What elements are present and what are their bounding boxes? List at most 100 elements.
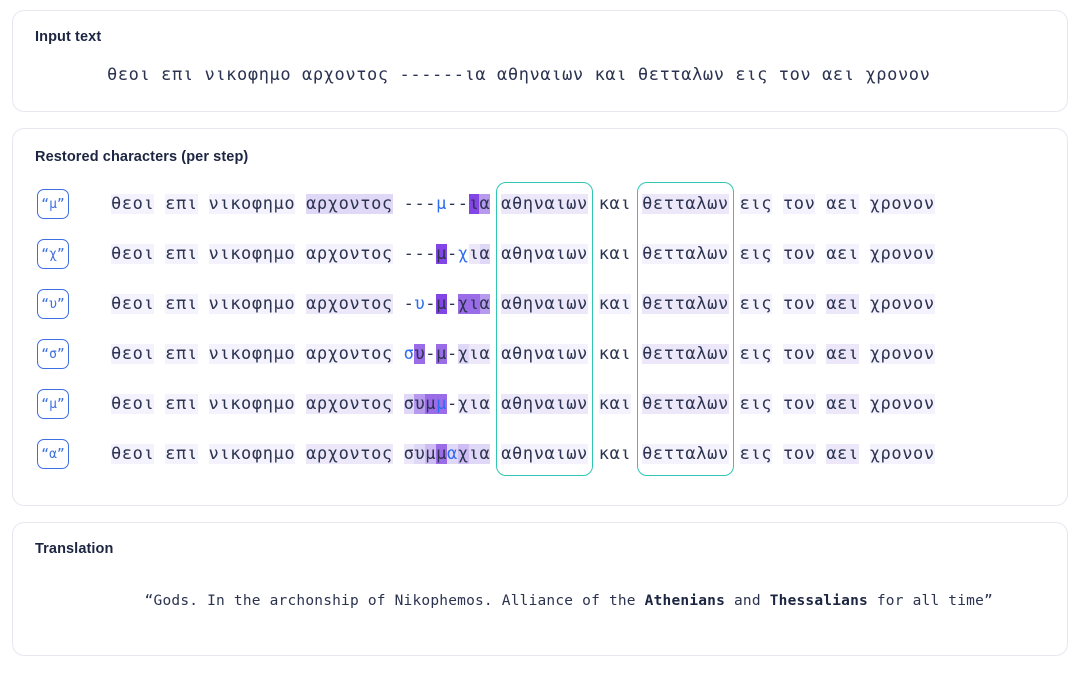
suffix-word: αει: [826, 244, 859, 264]
prefix-word: αρχοντος: [306, 344, 393, 364]
gap-char: υ: [414, 344, 426, 364]
prefix-word: [198, 444, 209, 464]
suffix-word: αει: [826, 394, 859, 414]
prefix-word: [154, 344, 165, 364]
suffix-word: [859, 444, 870, 464]
word-thessalians: θετταλων: [642, 244, 729, 264]
suffix-word: [729, 394, 740, 414]
restored-char-badge[interactable]: “χ”: [37, 239, 69, 269]
gap-char: ι: [468, 244, 480, 264]
step-text-line: θεοι επι νικοφημο αρχοντος συμμ-χια αθην…: [111, 394, 935, 414]
prefix-word: [154, 294, 165, 314]
suffix-word: εις: [739, 444, 773, 464]
restored-char-badge[interactable]: “μ”: [37, 189, 69, 219]
prefix-word: [393, 244, 404, 264]
restored-char-badge[interactable]: “μ”: [37, 389, 69, 419]
gap-char: ι: [468, 194, 480, 214]
prefix-word: θεοι: [111, 244, 155, 264]
suffix-word: [815, 194, 826, 214]
prefix-word: [198, 194, 209, 214]
prefix-word: θεοι: [111, 394, 155, 414]
prefix-word: [198, 344, 209, 364]
prefix-word: [295, 294, 306, 314]
suffix-word: τον: [782, 344, 816, 364]
gap-char: -: [446, 294, 458, 314]
gap-char: ι: [468, 294, 480, 314]
suffix-word: [772, 344, 783, 364]
step-text-line: θεοι επι νικοφημο αρχοντος -υ-μ-χια αθην…: [111, 294, 935, 314]
gap-char: ι: [468, 444, 480, 464]
translation-title: Translation: [35, 541, 114, 557]
translation-close: for all time”: [867, 593, 993, 609]
newly-restored-char: υ: [414, 294, 426, 314]
prefix-word: νικοφημο: [208, 344, 296, 364]
suffix-word: [729, 294, 740, 314]
suffix-word: χρονον: [869, 194, 935, 214]
gap-char: α: [479, 194, 491, 214]
restored-char-badge[interactable]: “α”: [37, 439, 69, 469]
translation-open: “Gods. In the archonship of Nikophemos. …: [144, 593, 645, 609]
suffix-word: [859, 394, 870, 414]
prefix-word: αρχοντος: [306, 194, 393, 214]
gap-char: α: [479, 444, 491, 464]
suffix-word: αει: [826, 444, 859, 464]
suffix-word: χρονον: [869, 294, 935, 314]
prefix-word: θεοι: [111, 194, 155, 214]
prefix-word: [393, 294, 404, 314]
input-text-title: Input text: [35, 29, 102, 45]
prefix-word: [198, 294, 209, 314]
step-row: “μ” θεοι επι νικοφημο αρχοντος συμμ-χια α…: [35, 379, 1045, 429]
gap-char: μ: [436, 294, 447, 314]
translation-panel: Translation “Gods. In the archonship of …: [12, 522, 1068, 656]
prefix-word: επι: [165, 194, 198, 214]
prefix-word: αρχοντος: [306, 244, 393, 264]
word-athenians: αθηναιων: [501, 294, 588, 314]
word-thessalians: θετταλων: [642, 344, 729, 364]
prefix-word: θεοι: [111, 344, 155, 364]
word-thessalians: θετταλων: [642, 194, 729, 214]
suffix-word: τον: [782, 294, 816, 314]
gap-char: α: [479, 394, 491, 414]
gap-char: μ: [436, 244, 447, 264]
suffix-word: [772, 294, 783, 314]
gap-char: υ: [414, 444, 426, 464]
gap-char: -: [403, 294, 415, 314]
gap-char: μ: [425, 394, 437, 414]
restored-char-badge[interactable]: “σ”: [37, 339, 69, 369]
prefix-word: [295, 344, 306, 364]
input-text-panel: Input text θεοι επι νικοφημο αρχοντος --…: [12, 10, 1068, 112]
prefix-word: [393, 444, 404, 464]
newly-restored-char: μ: [436, 194, 447, 214]
prefix-word: [393, 194, 404, 214]
suffix-word: αει: [826, 194, 859, 214]
prefix-word: αρχοντος: [306, 444, 393, 464]
suffix-word: [815, 244, 826, 264]
prefix-word: [295, 394, 306, 414]
prefix-word: θεοι: [111, 294, 155, 314]
prefix-word: επι: [165, 394, 198, 414]
word-thessalians: θετταλων: [642, 444, 729, 464]
restored-char-badge[interactable]: “υ”: [37, 289, 69, 319]
gap-char: χ: [457, 344, 469, 364]
prefix-word: επι: [165, 294, 198, 314]
prefix-word: [295, 444, 306, 464]
suffix-word: [816, 394, 827, 414]
prefix-word: [154, 244, 165, 264]
gap-char: σ: [403, 394, 415, 414]
suffix-word: αει: [826, 344, 859, 364]
step-row: “μ” θεοι επι νικοφημο αρχοντος --- μ -- ι α α…: [35, 179, 1045, 229]
word-kai: και: [598, 344, 632, 364]
gap-char: χ: [457, 444, 469, 464]
prefix-word: θεοι: [111, 444, 155, 464]
suffix-word: [772, 244, 783, 264]
gap-char: ---: [403, 244, 437, 264]
prefix-word: [154, 194, 165, 214]
gap-char: υ: [414, 394, 426, 414]
